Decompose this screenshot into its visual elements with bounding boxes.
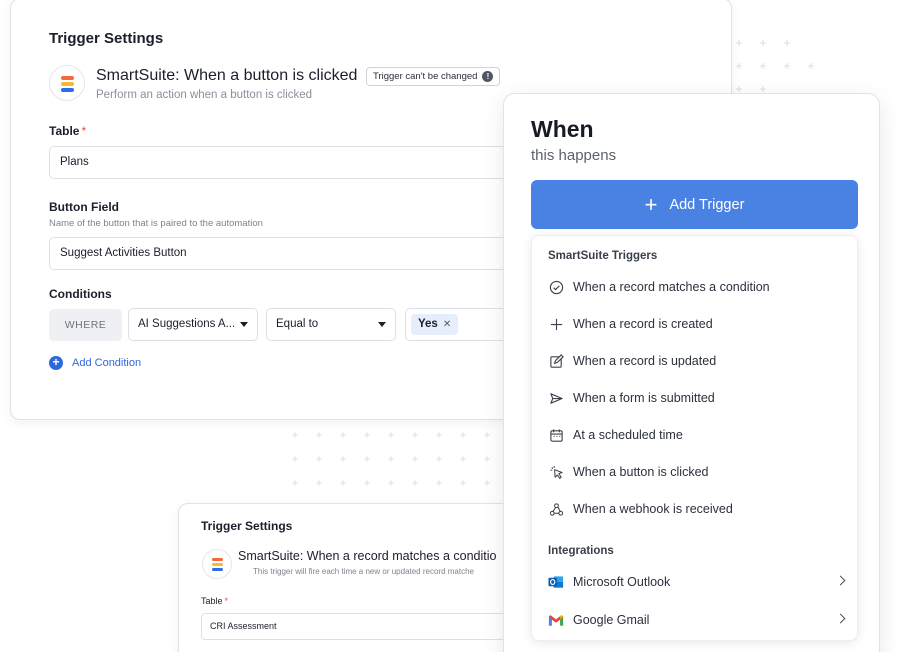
required-marker: * bbox=[81, 124, 87, 138]
remove-chip-icon[interactable]: ✕ bbox=[443, 319, 451, 330]
panel-title: When bbox=[531, 116, 594, 142]
trigger-option-record-updated[interactable]: When a record is updated bbox=[548, 349, 848, 373]
caret-down-icon bbox=[378, 322, 386, 327]
smartsuite-triggers-heading: SmartSuite Triggers bbox=[548, 250, 658, 262]
when-panel: When this happens + Add Trigger SmartSui… bbox=[503, 93, 880, 652]
add-condition-button[interactable]: + Add Condition bbox=[49, 356, 141, 370]
trigger-option-label: When a form is submitted bbox=[573, 391, 715, 405]
button-field-help: Name of the button that is paired to the… bbox=[49, 218, 263, 229]
trigger-option-label: When a record is updated bbox=[573, 354, 717, 368]
trigger-option-label: When a record matches a condition bbox=[573, 280, 770, 294]
calendar-icon bbox=[548, 427, 564, 443]
table-label-text: Table bbox=[201, 596, 223, 606]
conditions-label: Conditions bbox=[49, 287, 112, 301]
trigger-name: SmartSuite: When a record matches a cond… bbox=[238, 549, 497, 563]
trigger-option-record-created[interactable]: When a record is created bbox=[548, 312, 848, 336]
table-label: Table * bbox=[49, 124, 86, 138]
trigger-option-button-clicked[interactable]: When a button is clicked bbox=[548, 460, 848, 484]
button-field-label: Button Field bbox=[49, 200, 119, 214]
smartsuite-logo-icon bbox=[202, 549, 232, 579]
badge-label: Trigger can't be changed bbox=[373, 71, 478, 82]
dot-pattern-top bbox=[736, 40, 814, 92]
trigger-option-label: When a button is clicked bbox=[573, 465, 709, 479]
where-label: WHERE bbox=[49, 309, 122, 341]
integration-gmail[interactable]: Google Gmail bbox=[548, 608, 848, 632]
send-icon bbox=[548, 390, 564, 406]
trigger-settings-card-secondary: Trigger Settings SmartSuite: When a reco… bbox=[178, 503, 518, 652]
condition-field-select[interactable]: AI Suggestions A... bbox=[128, 308, 258, 341]
add-condition-label: Add Condition bbox=[72, 357, 142, 369]
panel-subtitle: this happens bbox=[531, 147, 617, 164]
plus-circle-icon: + bbox=[49, 356, 63, 370]
trigger-option-record-matches[interactable]: When a record matches a condition bbox=[548, 275, 848, 299]
required-marker: * bbox=[224, 596, 229, 606]
add-trigger-button[interactable]: + Add Trigger bbox=[531, 180, 858, 229]
trigger-option-label: At a scheduled time bbox=[573, 428, 683, 442]
caret-down-icon bbox=[240, 322, 248, 327]
edit-icon bbox=[548, 353, 564, 369]
chevron-right-icon bbox=[835, 613, 846, 624]
card-title: Trigger Settings bbox=[201, 519, 293, 533]
gmail-icon bbox=[548, 612, 564, 628]
dot-pattern-middle bbox=[292, 432, 490, 486]
condition-operator-value: Equal to bbox=[276, 318, 319, 330]
card-title: Trigger Settings bbox=[49, 30, 164, 47]
value-chip: Yes ✕ bbox=[411, 314, 459, 335]
trigger-name: SmartSuite: When a button is clicked bbox=[96, 67, 358, 84]
integration-label: Microsoft Outlook bbox=[573, 575, 671, 589]
webhook-icon bbox=[548, 501, 564, 517]
trigger-description: This trigger will fire each time a new o… bbox=[253, 567, 474, 576]
table-label: Table * bbox=[201, 596, 228, 606]
info-icon[interactable]: ! bbox=[482, 71, 494, 82]
trigger-option-form-submitted[interactable]: When a form is submitted bbox=[548, 386, 848, 410]
trigger-description: Perform an action when a button is click… bbox=[96, 89, 313, 101]
integration-outlook[interactable]: Microsoft Outlook bbox=[548, 570, 848, 594]
plus-icon: + bbox=[644, 191, 658, 217]
condition-operator-select[interactable]: Equal to bbox=[266, 308, 396, 341]
pointer-click-icon bbox=[548, 464, 564, 480]
trigger-option-webhook[interactable]: When a webhook is received bbox=[548, 497, 848, 521]
check-circle-icon bbox=[548, 279, 564, 295]
value-chip-label: Yes bbox=[418, 318, 438, 330]
trigger-option-label: When a webhook is received bbox=[573, 502, 733, 516]
table-label-text: Table bbox=[49, 124, 80, 138]
trigger-dropdown: SmartSuite Triggers When a record matche… bbox=[531, 235, 858, 641]
integrations-heading: Integrations bbox=[548, 545, 614, 557]
condition-field-value: AI Suggestions A... bbox=[138, 318, 236, 330]
trigger-option-label: When a record is created bbox=[573, 317, 713, 331]
trigger-locked-badge: Trigger can't be changed ! bbox=[366, 67, 501, 86]
outlook-icon bbox=[548, 574, 564, 590]
add-trigger-label: Add Trigger bbox=[669, 196, 745, 213]
chevron-right-icon bbox=[835, 575, 846, 586]
plus-icon bbox=[548, 316, 564, 332]
integration-label: Google Gmail bbox=[573, 613, 650, 627]
table-select[interactable]: CRI Assessment bbox=[201, 613, 517, 640]
trigger-option-scheduled-time[interactable]: At a scheduled time bbox=[548, 423, 848, 447]
smartsuite-logo-icon bbox=[49, 65, 85, 101]
